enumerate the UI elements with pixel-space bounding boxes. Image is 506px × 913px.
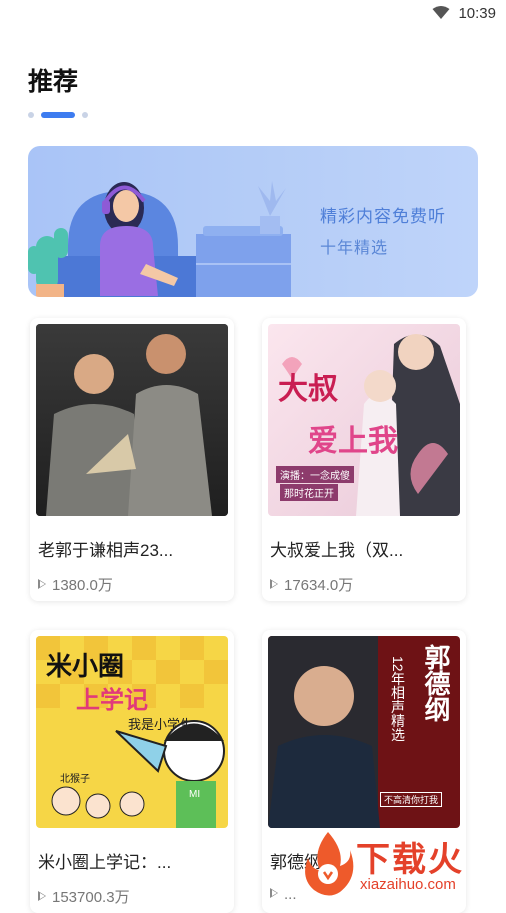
banner-headline: 精彩内容免费听: [320, 207, 446, 226]
play-icon: [38, 579, 46, 589]
indicator-active: [41, 112, 75, 118]
play-count-value: ...: [284, 886, 297, 903]
cover-label: MI: [189, 789, 201, 800]
cover-narrator: 演播：一念成傻: [276, 466, 354, 483]
status-bar: 10:39: [0, 0, 506, 28]
play-icon: [270, 579, 278, 589]
cover-title-top: 郭德纲: [421, 644, 451, 722]
watermark-logo: 下载火 xiazaihuo.com: [300, 828, 506, 900]
cover-image: 米小圈 上学记 我是小学生 北猴子 MI: [36, 636, 228, 828]
cover-image: [36, 324, 228, 516]
play-icon: [270, 888, 278, 898]
play-count-value: 153700.3万: [52, 889, 130, 906]
card-title: 老郭于谦相声23...: [38, 541, 174, 560]
play-count-value: 1380.0万: [52, 577, 113, 594]
watermark-brand: 下载火: [356, 841, 464, 879]
cover-image: 大叔 爱上我 演播：一念成傻 那时花正开: [268, 324, 460, 516]
cover-subtitle: 12年相声精选: [390, 656, 406, 742]
wifi-icon: [432, 6, 450, 19]
cover-label: 北猴子: [60, 774, 90, 785]
indicator-dot: [28, 112, 34, 118]
cover-title-top: 大叔: [278, 373, 338, 406]
watermark-url: xiazaihuo.com: [360, 876, 456, 893]
cover-subtitle: 那时花正开: [280, 484, 338, 501]
card-title: 大叔爱上我（双...: [270, 541, 404, 560]
promo-banner[interactable]: 精彩内容免费听 十年精选: [28, 146, 478, 297]
play-count: 17634.0万: [270, 574, 353, 595]
indicator-dot: [82, 112, 88, 118]
cover-tagline: 不高清你打我: [380, 792, 443, 807]
carousel-indicator: [28, 112, 98, 118]
cover-title-bottom: 爱上我: [308, 425, 398, 458]
play-count: 1380.0万: [38, 574, 113, 595]
banner-illustration: [28, 181, 291, 297]
cover-title-top: 米小圈: [46, 651, 125, 681]
audiobook-card[interactable]: 老郭于谦相声23... 1380.0万: [30, 318, 234, 601]
cover-image: 郭德纲 12年相声精选 不高清你打我: [268, 636, 460, 828]
audiobook-card[interactable]: 大叔 爱上我 演播：一念成傻 那时花正开 大叔爱上我（双... 17634.0万: [262, 318, 466, 601]
banner-subline: 十年精选: [320, 240, 389, 257]
play-count: 153700.3万: [38, 886, 130, 907]
audiobook-card[interactable]: 米小圈 上学记 我是小学生 北猴子 MI 米小圈上学记：... 153700.3…: [30, 630, 234, 913]
cover-title-bottom: 上学记: [76, 687, 148, 714]
flame-icon: [305, 832, 354, 896]
status-time: 10:39: [458, 5, 496, 22]
card-title: 米小圈上学记：...: [38, 853, 172, 872]
play-count: ...: [270, 886, 297, 903]
page-title: 推荐: [28, 68, 79, 96]
cover-tagline: 我是小学生: [128, 717, 194, 732]
play-count-value: 17634.0万: [284, 577, 354, 594]
